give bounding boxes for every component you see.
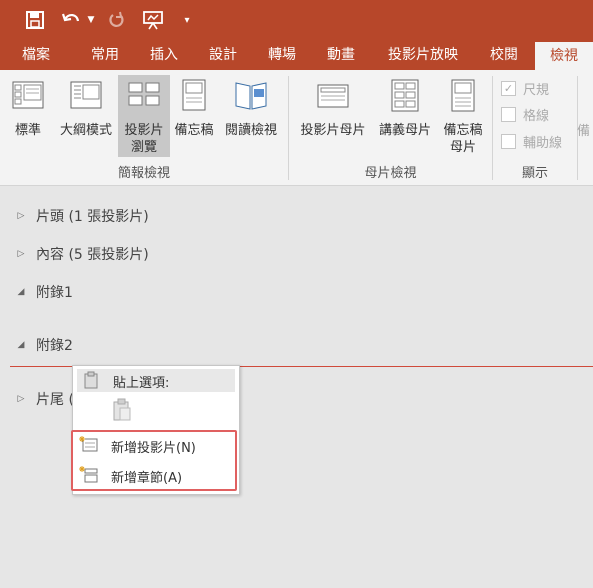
- slide-sorter-label: 投影片: [124, 123, 164, 138]
- notes-master-button[interactable]: 備忘稿 母片: [438, 75, 488, 156]
- slide-master-button[interactable]: 投影片母片: [294, 75, 372, 139]
- normal-view-icon: [12, 81, 44, 109]
- handout-master-button[interactable]: 講義母片: [374, 75, 436, 139]
- tab-transitions[interactable]: 轉場: [258, 40, 306, 70]
- tab-review[interactable]: 校閱: [480, 40, 528, 70]
- reading-view-button[interactable]: 閱讀檢視: [220, 75, 282, 139]
- tab-design[interactable]: 設計: [199, 40, 247, 70]
- title-bar: ▼ ▾: [0, 0, 593, 40]
- ruler-label: 尺規: [523, 83, 550, 98]
- section-header[interactable]: ▷ 片頭 (1 張投影片): [14, 206, 149, 226]
- tab-home[interactable]: 常用: [80, 40, 130, 70]
- normal-view-button[interactable]: 標準: [3, 75, 53, 139]
- tab-slideshow[interactable]: 投影片放映: [377, 40, 469, 70]
- normal-view-label: 標準: [14, 123, 41, 138]
- slide-sorter-button[interactable]: 投影片 瀏覽: [118, 75, 170, 157]
- notes-master-label: 備忘稿: [443, 123, 483, 138]
- undo-icon[interactable]: [60, 8, 82, 32]
- present-from-start-icon[interactable]: [140, 8, 166, 32]
- paste-icon[interactable]: [111, 398, 133, 422]
- checkmark-icon: ✓: [501, 81, 516, 96]
- tab-view[interactable]: 檢視: [535, 42, 593, 70]
- tab-file[interactable]: 檔案: [10, 40, 62, 70]
- notes-master-icon: [451, 79, 475, 112]
- paste-options-header: 貼上選項:: [77, 369, 235, 392]
- expand-arrow-icon[interactable]: ▷: [14, 211, 28, 221]
- undo-dropdown-icon[interactable]: ▼: [84, 8, 98, 32]
- show-group-label: 顯示: [521, 166, 548, 181]
- expand-arrow-icon[interactable]: ▷: [14, 249, 28, 259]
- section-header[interactable]: ▷ 片尾 (: [14, 389, 74, 409]
- section-title: 附錄1: [36, 285, 73, 301]
- section-header[interactable]: ▷ 內容 (5 張投影片): [14, 244, 149, 264]
- ribbon: 標準 大綱模式 投影片 瀏覽 備忘稿 閱讀檢視 簡報檢視 投影片母片 講義母片 …: [0, 70, 593, 186]
- tab-insert[interactable]: 插入: [140, 40, 188, 70]
- redo-icon[interactable]: [104, 8, 128, 32]
- notes-page-button[interactable]: 備忘稿: [170, 75, 218, 139]
- paste-options-icon: [84, 371, 98, 389]
- tab-animations[interactable]: 動畫: [317, 40, 365, 70]
- gridlines-checkbox[interactable]: 格線: [501, 105, 549, 124]
- expand-arrow-icon[interactable]: ▷: [14, 394, 28, 404]
- paste-options-label: 貼上選項:: [113, 376, 170, 391]
- outline-view-icon: [70, 81, 102, 109]
- notes-master-label-line2: 母片: [449, 140, 476, 155]
- section-title: 片頭 (1 張投影片): [36, 209, 149, 225]
- guides-checkbox[interactable]: 輔助線: [501, 132, 562, 151]
- checkbox-icon: [501, 107, 516, 122]
- customize-qat-icon[interactable]: ▾: [180, 8, 194, 32]
- ribbon-tabs: 檔案 常用 插入 設計 轉場 動畫 投影片放映 校閱 檢視: [0, 40, 593, 70]
- section-title: 附錄2: [36, 338, 73, 354]
- handout-master-icon: [391, 79, 419, 112]
- slide-sorter-icon: [128, 82, 160, 106]
- ruler-checkbox[interactable]: ✓ 尺規: [501, 79, 549, 98]
- section-title: 片尾 (: [36, 392, 74, 408]
- section-header[interactable]: ◢ 附錄2: [14, 335, 73, 355]
- notes-page-icon: [182, 79, 206, 111]
- collapse-arrow-icon[interactable]: ◢: [14, 287, 28, 297]
- slide-master-label: 投影片母片: [300, 123, 366, 138]
- notes-page-label: 備忘稿: [174, 123, 214, 138]
- slide-sorter-label-line2: 瀏覽: [130, 140, 157, 155]
- save-icon[interactable]: [22, 8, 48, 32]
- gridlines-label: 格線: [523, 109, 550, 124]
- reading-view-icon: [235, 82, 267, 110]
- section-title: 內容 (5 張投影片): [36, 247, 149, 263]
- section-header[interactable]: ◢ 附錄1: [14, 282, 73, 302]
- guides-label: 輔助線: [523, 136, 563, 151]
- handout-master-label: 講義母片: [378, 123, 431, 138]
- slide-master-icon: [317, 84, 349, 108]
- master-views-group-label: 母片檢視: [364, 166, 417, 181]
- collapse-arrow-icon[interactable]: ◢: [14, 340, 28, 350]
- presentation-views-group-label: 簡報檢視: [117, 166, 170, 181]
- notes-button-cutoff[interactable]: 備: [577, 120, 590, 139]
- highlight-box: [71, 430, 237, 491]
- outline-view-label: 大綱模式: [59, 123, 112, 138]
- reading-view-label: 閱讀檢視: [224, 123, 277, 138]
- outline-view-button[interactable]: 大綱模式: [57, 75, 115, 139]
- checkbox-icon: [501, 134, 516, 149]
